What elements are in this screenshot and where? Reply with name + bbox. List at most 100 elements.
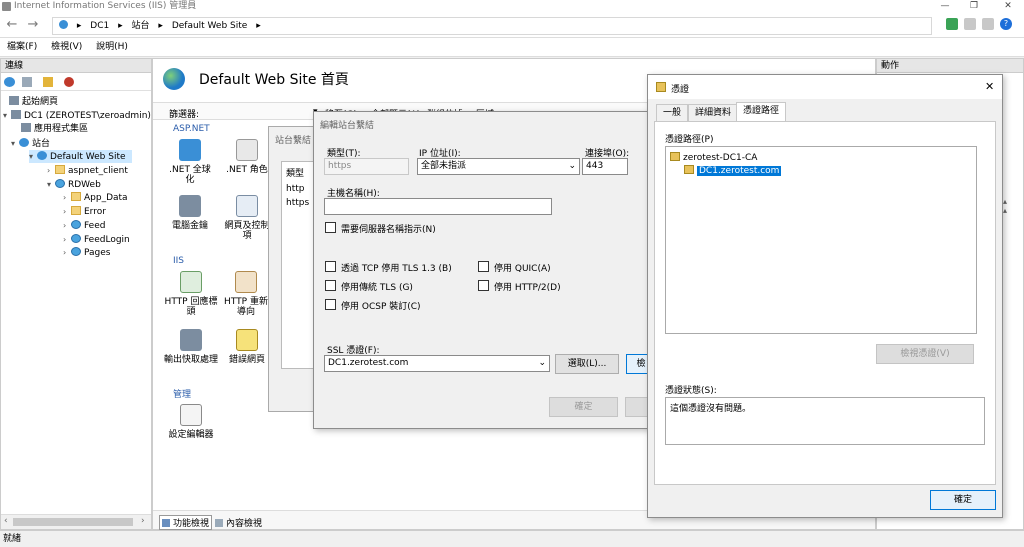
close-icon[interactable]: ✕ xyxy=(985,80,994,93)
tab-general[interactable]: 一般 xyxy=(656,104,689,121)
forward-arrow-icon[interactable]: → xyxy=(24,18,42,34)
refresh-icon[interactable] xyxy=(946,18,958,30)
certification-path-panel: 憑證路徑(P) zerotest-DC1-CA DC1.zerotest.com… xyxy=(654,121,996,485)
tree-item-error[interactable]: › Error xyxy=(63,205,106,218)
minimize-button[interactable]: — xyxy=(933,0,957,14)
home-icon[interactable] xyxy=(982,18,994,30)
menu-view[interactable]: 檢視(V) xyxy=(51,42,82,52)
save-icon[interactable] xyxy=(22,77,32,87)
up-folder-icon[interactable] xyxy=(43,77,53,87)
feature-http-redirect[interactable]: HTTP 重新導向 xyxy=(221,271,271,317)
disable-http2-checkbox[interactable] xyxy=(478,280,489,291)
machine-key-icon xyxy=(179,195,201,217)
chevron-down-icon: ⌄ xyxy=(538,358,546,368)
horizontal-scrollbar[interactable]: ‹ › xyxy=(1,514,151,529)
connections-title: 連線 xyxy=(1,59,151,73)
type-select[interactable]: https xyxy=(324,158,409,175)
tree-item-sites[interactable]: ▾ 站台 xyxy=(11,137,50,150)
site-bindings-title: 站台繫結 xyxy=(275,136,312,146)
menu-bar: 檔案(F) 檢視(V) 說明(H) xyxy=(0,38,1024,57)
view-certificate-button[interactable]: 檢視憑證(V) xyxy=(876,344,974,364)
tree-item-rdweb[interactable]: ▾ RDWeb xyxy=(47,178,101,191)
cert-path-tree[interactable]: zerotest-DC1-CA DC1.zerotest.com xyxy=(665,146,977,334)
tree-item-aspnet-client[interactable]: › aspnet_client xyxy=(47,164,128,177)
disable-quic-checkbox[interactable] xyxy=(478,261,489,272)
disable-tls13-checkbox[interactable] xyxy=(325,261,336,272)
tree-item-server[interactable]: ▾ DC1 (ZEROTEST\zeroadmin) xyxy=(3,109,151,122)
feature-output-caching[interactable]: 輸出快取處理 xyxy=(163,329,219,365)
binding-ok-button[interactable]: 確定 xyxy=(549,397,618,417)
tree-item-feed[interactable]: › Feed xyxy=(63,219,105,232)
ssl-cert-select[interactable]: DC1.zerotest.com ⌄ xyxy=(324,355,550,372)
application-icon xyxy=(55,179,65,188)
chevron-down-icon[interactable]: ▾ xyxy=(47,178,55,191)
content-view-tab[interactable]: 內容檢視 xyxy=(215,516,262,529)
close-window-button[interactable]: ✕ xyxy=(996,0,1020,14)
features-view-tab[interactable]: 功能檢視 xyxy=(159,515,213,530)
sites-icon xyxy=(19,138,29,147)
tree-item-start-page[interactable]: 起始網頁 xyxy=(9,96,58,109)
feature-machine-key[interactable]: 電腦金鑰 xyxy=(165,195,215,231)
tab-certification-path[interactable]: 憑證路徑 xyxy=(736,102,787,121)
application-icon xyxy=(71,234,81,243)
connections-pane: 連線 起始網頁 ▾ DC1 (ZEROTEST\zeroadmin) 應用程式集區… xyxy=(0,58,152,530)
chevron-right-icon[interactable]: › xyxy=(63,219,71,232)
folder-icon xyxy=(55,165,65,174)
scroll-right-icon[interactable]: › xyxy=(141,516,145,526)
feature-error-pages[interactable]: 錯誤網頁 xyxy=(223,329,271,365)
connections-toolbar xyxy=(1,73,151,91)
back-arrow-icon[interactable]: ← xyxy=(3,18,21,34)
feature-http-response-headers[interactable]: HTTP 回應標頭 xyxy=(163,271,219,317)
menu-help[interactable]: 說明(H) xyxy=(96,42,128,52)
tree-item-feedlogin[interactable]: › FeedLogin xyxy=(63,233,130,246)
scroll-thumb[interactable] xyxy=(13,518,133,526)
tree-item-app-data[interactable]: › App_Data xyxy=(63,191,128,204)
feature-net-roles[interactable]: .NET 角色 xyxy=(225,139,269,175)
tree-item-app-pools[interactable]: 應用程式集區 xyxy=(21,123,88,136)
feature-pages-controls[interactable]: 網頁及控制項 xyxy=(223,195,271,241)
maximize-button[interactable]: ❐ xyxy=(962,0,986,14)
collapse-icon[interactable]: ▴ xyxy=(1003,206,1007,215)
stop-icon[interactable] xyxy=(964,18,976,30)
feature-net-globalization[interactable]: .NET 全球化 xyxy=(165,139,215,185)
port-input[interactable]: 443 xyxy=(582,158,628,175)
pages-controls-icon xyxy=(236,195,258,217)
host-input[interactable] xyxy=(324,198,552,215)
chevron-right-icon[interactable]: › xyxy=(63,246,71,259)
connect-icon[interactable] xyxy=(4,77,15,87)
application-icon xyxy=(71,247,81,256)
cert-path-root[interactable]: zerotest-DC1-CA xyxy=(670,152,757,163)
tree-item-default-web-site[interactable]: ▾ Default Web Site xyxy=(29,150,132,163)
cert-path-leaf[interactable]: DC1.zerotest.com xyxy=(684,165,782,176)
chevron-down-icon[interactable]: ▾ xyxy=(3,109,11,122)
sni-checkbox[interactable] xyxy=(325,222,336,233)
menu-file[interactable]: 檔案(F) xyxy=(7,42,37,52)
breadcrumb-dc1[interactable]: DC1 xyxy=(90,21,109,31)
tab-details[interactable]: 詳細資料 xyxy=(688,104,739,121)
chevron-right-icon[interactable]: › xyxy=(47,164,55,177)
certificate-ok-button[interactable]: 確定 xyxy=(930,490,996,510)
address-bar[interactable]: ▸ DC1 ▸ 站台 ▸ Default Web Site ▸ xyxy=(52,17,932,35)
chevron-right-icon[interactable]: › xyxy=(63,191,71,204)
chevron-right-icon[interactable]: › xyxy=(63,233,71,246)
disable-tls13-label: 透過 TCP 停用 TLS 1.3 (B) xyxy=(341,264,452,274)
binding-row-https[interactable]: https xyxy=(286,198,309,208)
chevron-down-icon[interactable]: ▾ xyxy=(29,150,37,163)
certificate-icon xyxy=(656,82,666,92)
tree-item-pages[interactable]: › Pages xyxy=(63,246,110,259)
scroll-left-icon[interactable]: ‹ xyxy=(4,516,8,526)
chevron-down-icon[interactable]: ▾ xyxy=(11,137,19,150)
binding-row-http[interactable]: http xyxy=(286,184,304,194)
ip-select[interactable]: 全部未指派 ⌄ xyxy=(417,158,580,175)
select-cert-button[interactable]: 選取(L)... xyxy=(555,354,619,374)
feature-configuration-editor[interactable]: 設定編輯器 xyxy=(163,404,219,440)
disable-legacy-tls-checkbox[interactable] xyxy=(325,280,336,291)
breadcrumb-sites[interactable]: 站台 xyxy=(132,21,150,31)
disable-ocsp-checkbox[interactable] xyxy=(325,299,336,310)
collapse-icon[interactable]: ▴ xyxy=(1003,197,1007,206)
chevron-right-icon[interactable]: › xyxy=(63,205,71,218)
remove-connection-icon[interactable] xyxy=(64,77,74,87)
breadcrumb-default-web-site[interactable]: Default Web Site xyxy=(172,21,248,31)
help-icon[interactable]: ? xyxy=(1000,18,1012,30)
address-bar-region: ← → ▸ DC1 ▸ 站台 ▸ Default Web Site ▸ ? xyxy=(0,14,1024,38)
